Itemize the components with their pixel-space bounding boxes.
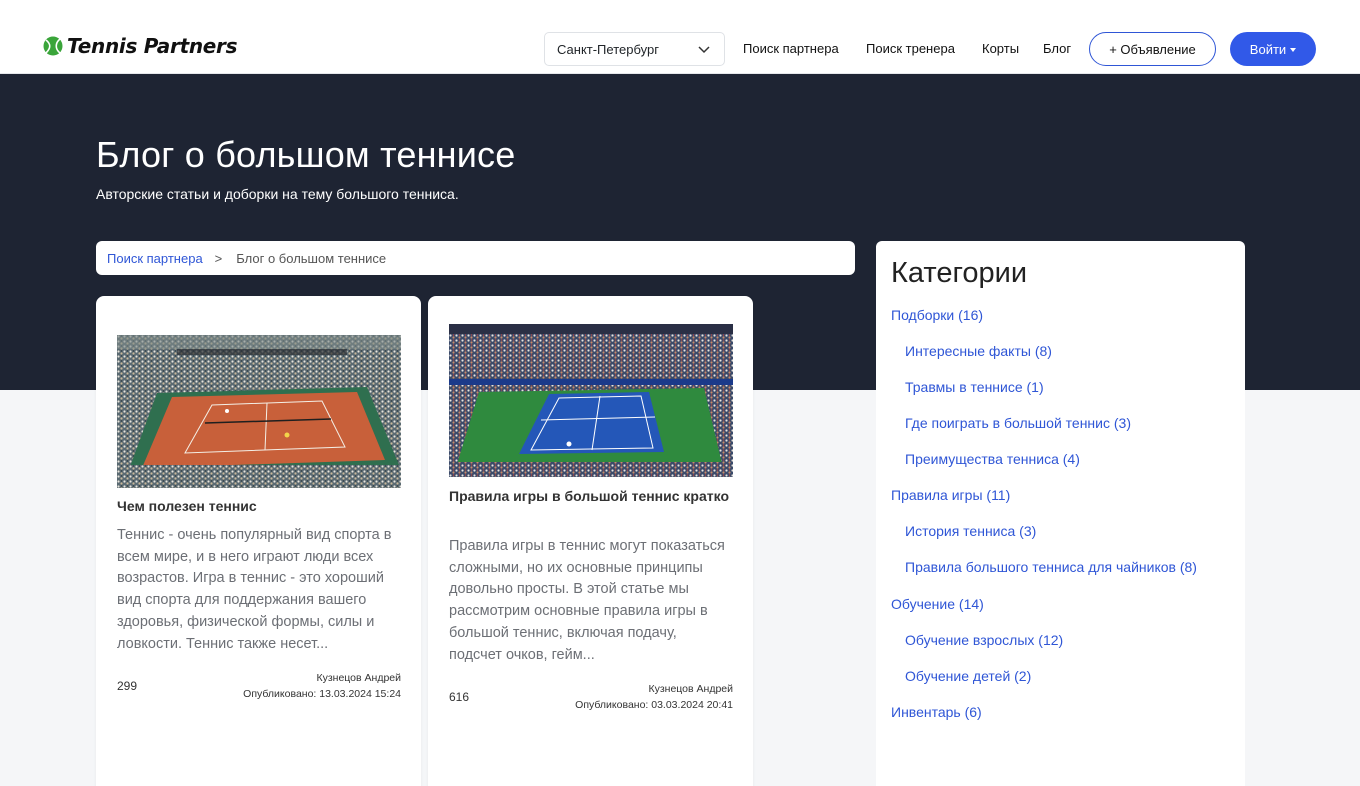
post-views: 616 [449, 690, 470, 704]
post-excerpt: Правила игры в теннис могут показаться с… [449, 538, 725, 663]
page-subtitle: Авторские статьи и доборки на тему больш… [96, 186, 459, 202]
nav-find-coach[interactable]: Поиск тренера [866, 41, 955, 56]
city-select[interactable]: Санкт-Петербург [544, 32, 725, 66]
category-link[interactable]: Подборки (16) [891, 307, 983, 323]
category-link[interactable]: Где поиграть в большой теннис (3) [905, 415, 1131, 431]
category-link[interactable]: Травмы в теннисе (1) [905, 379, 1044, 395]
post-date: Опубликовано: 13.03.2024 15:24 [243, 688, 401, 700]
add-listing-button[interactable]: + Объявление [1089, 32, 1216, 66]
category-link[interactable]: Правила игры (11) [891, 487, 1010, 503]
category-link[interactable]: Преимущества тенниса (4) [905, 451, 1080, 467]
login-button[interactable]: Войти [1230, 32, 1316, 66]
nav-blog[interactable]: Блог [1043, 41, 1071, 56]
post-title[interactable]: Правила игры в большой теннис кратко [449, 485, 733, 507]
clay-court-stadium-image [117, 335, 401, 488]
city-select-value: Санкт-Петербург [557, 41, 659, 57]
breadcrumb-link-find-partner[interactable]: Поиск партнера [107, 251, 203, 266]
category-link[interactable]: Обучение (14) [891, 596, 984, 612]
top-navbar: Tennis Partners Санкт-Петербург Поиск па… [0, 0, 1360, 74]
breadcrumb-current: Блог о большом теннисе [236, 250, 387, 266]
login-button-label: Войти [1249, 41, 1287, 57]
page-title: Блог о большом теннисе [96, 134, 516, 175]
category-link[interactable]: История тенниса (3) [905, 523, 1036, 539]
tennis-ball-icon [43, 36, 63, 56]
categories-sidebar: Категории Подборки (16) Интересные факты… [876, 241, 1245, 786]
breadcrumb: Поиск партнера > Блог о большом теннисе [96, 241, 855, 275]
blog-post-card[interactable]: Правила игры в большой теннис кратко Пра… [428, 296, 753, 786]
post-meta: Кузнецов Андрей Опубликовано: 03.03.2024… [575, 681, 733, 713]
hard-court-stadium-image [449, 324, 733, 477]
post-excerpt: Теннис - очень популярный вид спорта в в… [117, 527, 392, 652]
post-author: Кузнецов Андрей [648, 683, 733, 695]
categories-title: Категории [891, 257, 1028, 289]
category-link[interactable]: Правила большого тенниса для чайников (8… [905, 559, 1197, 575]
blog-post-card[interactable]: Чем полезен теннис Теннис - очень популя… [96, 296, 421, 786]
caret-down-icon [1290, 47, 1297, 52]
category-link[interactable]: Обучение взрослых (12) [905, 632, 1063, 648]
logo[interactable]: Tennis Partners [43, 34, 238, 58]
category-link[interactable]: Обучение детей (2) [905, 668, 1031, 684]
logo-text: Tennis Partners [67, 34, 238, 58]
post-date: Опубликовано: 03.03.2024 20:41 [575, 699, 733, 711]
nav-find-partner[interactable]: Поиск партнера [743, 41, 839, 56]
post-image-clay-court[interactable] [117, 335, 401, 488]
category-link[interactable]: Инвентарь (6) [891, 704, 982, 720]
chevron-down-icon [698, 46, 710, 54]
post-views: 299 [117, 679, 138, 693]
category-link[interactable]: Интересные факты (8) [905, 343, 1052, 359]
nav-courts[interactable]: Корты [982, 41, 1019, 56]
post-author: Кузнецов Андрей [316, 672, 401, 684]
post-title[interactable]: Чем полезен теннис [117, 495, 401, 517]
post-image-hard-court[interactable] [449, 324, 733, 477]
breadcrumb-separator: > [214, 250, 223, 266]
post-meta: Кузнецов Андрей Опубликовано: 13.03.2024… [243, 670, 401, 702]
